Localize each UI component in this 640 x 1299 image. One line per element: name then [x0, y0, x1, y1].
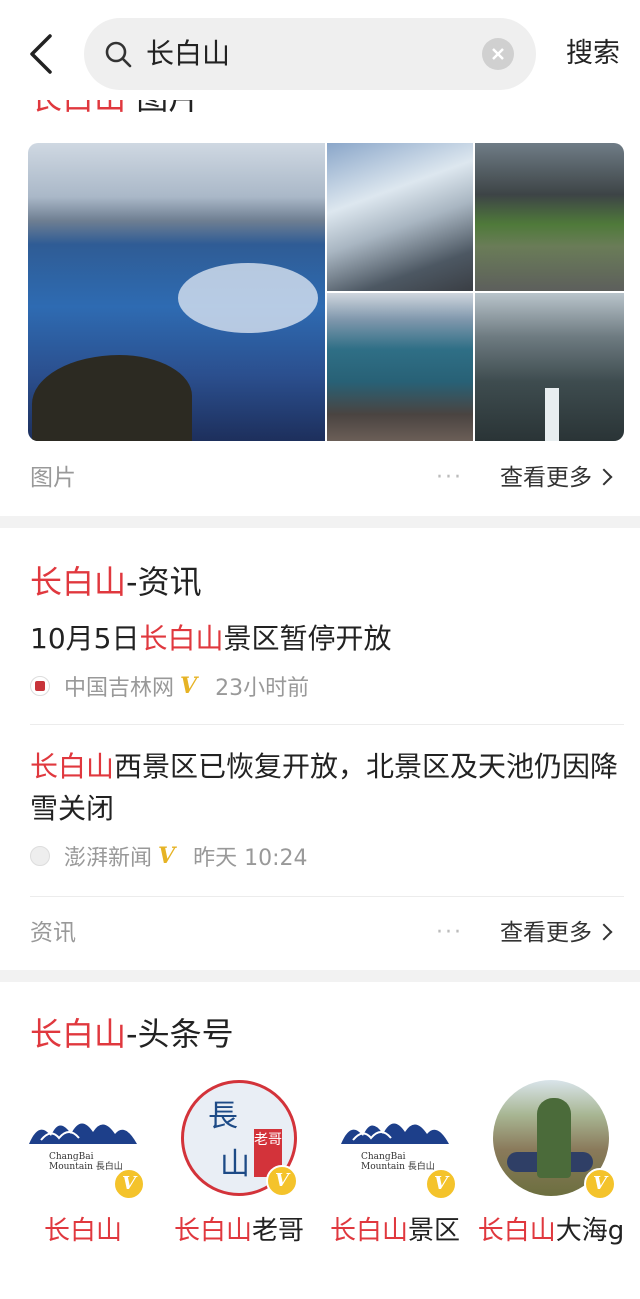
news-results-card: 长白山-资讯 10月5日长白山景区暂停开放 中国吉林网 V 23小时前 长白山西… [0, 528, 640, 970]
clear-search-button[interactable] [482, 38, 514, 70]
toutiao-title-suffix: -头条号 [126, 1015, 234, 1053]
account-name-suffix: 老哥 [252, 1216, 305, 1246]
mountain-wave-logo-icon [29, 1123, 137, 1144]
news-item-title: 长白山西景区已恢复开放，北景区及天池仍因降雪关闭 [30, 746, 624, 830]
logo-caption-line-1: ChangBai [49, 1152, 94, 1162]
verified-icon: V [158, 843, 176, 869]
account-name-suffix: 大海g [555, 1216, 625, 1246]
avatar: ChangBai Mountain 長白山 V [337, 1080, 457, 1200]
logo-caption: ChangBai Mountain 長白山 [361, 1152, 435, 1172]
toutiao-title-keyword: 长白山 [30, 1015, 127, 1053]
news-title-suffix: 景区暂停开放 [223, 622, 392, 655]
view-more-label: 查看更多 [500, 920, 592, 946]
news-title-suffix: 西景区已恢复开放，北景区及天池仍因降雪关闭 [30, 750, 619, 825]
news-time: 昨天 10:24 [193, 846, 308, 871]
image-grid [28, 143, 624, 441]
mountain-wave-logo-icon [341, 1123, 449, 1144]
account-name-keyword: 长白山 [173, 1216, 252, 1246]
news-time: 23小时前 [215, 676, 310, 701]
account-name-keyword: 长白山 [43, 1216, 122, 1246]
image-section-footer: 图片 ··· 查看更多 [30, 458, 624, 498]
search-query: 长白山 [146, 37, 231, 70]
account-name: 长白山老哥 [164, 1210, 314, 1252]
news-item-meta: 澎湃新闻 V 昨天 10:24 [30, 840, 624, 872]
logo-caption-line-1: ChangBai [361, 1152, 406, 1162]
toutiao-section-title[interactable]: 长白山-头条号 [30, 1010, 234, 1058]
verified-badge-icon: V [266, 1165, 298, 1197]
image-thumb-crater-lake[interactable] [327, 293, 473, 441]
verified-icon: V [180, 673, 198, 699]
divider [30, 896, 624, 897]
avatar: 長 山 老哥 V [181, 1080, 298, 1197]
news-title-suffix: -资讯 [126, 563, 202, 601]
back-button[interactable] [22, 30, 62, 78]
image-thumb-waterfall[interactable] [475, 293, 624, 441]
news-title-prefix: 10月5日 [30, 622, 140, 655]
search-button[interactable]: 搜索 [566, 34, 620, 74]
logo-char: 山 [220, 1147, 250, 1182]
account-item[interactable]: ChangBai Mountain 長白山 V 长白山景区 [320, 1080, 470, 1252]
image-footer-label: 图片 [30, 465, 76, 491]
news-title-keyword: 长白山 [30, 563, 127, 601]
account-name: 长白山 [8, 1210, 158, 1252]
account-item[interactable]: ChangBai Mountain 長白山 V 长白山 [8, 1080, 158, 1252]
close-icon [492, 48, 504, 60]
image-thumb-waterfall-valley[interactable] [475, 143, 624, 291]
search-header: 长白山 搜索 [0, 0, 640, 100]
news-item-title: 10月5日长白山景区暂停开放 [30, 618, 624, 660]
toutiao-accounts-card: 长白山-头条号 ChangBai Mountain 長白山 V 长白山 長 山 老… [0, 982, 640, 1299]
logo-caption-line-2: Mountain 長白山 [49, 1162, 123, 1172]
logo-char: 長 [208, 1099, 238, 1134]
news-footer-label: 资讯 [30, 920, 76, 946]
person-shape [537, 1098, 571, 1178]
news-source: 中国吉林网 [64, 676, 175, 701]
account-list: ChangBai Mountain 長白山 V 长白山 長 山 老哥 V 长白山老… [0, 1080, 640, 1290]
search-input[interactable]: 长白山 [84, 18, 536, 90]
news-source: 澎湃新闻 [64, 846, 153, 871]
source-logo-icon [30, 846, 50, 866]
view-more-label: 查看更多 [500, 465, 592, 491]
chevron-left-icon [30, 34, 52, 74]
search-icon [105, 41, 132, 68]
images-view-more-link[interactable]: 查看更多 [500, 458, 613, 498]
divider [30, 724, 624, 725]
news-item[interactable]: 10月5日长白山景区暂停开放 中国吉林网 V 23小时前 [30, 618, 624, 702]
source-logo-icon [30, 676, 50, 696]
logo-caption: ChangBai Mountain 長白山 [49, 1152, 123, 1172]
verified-badge-icon: V [584, 1168, 616, 1200]
news-title-keyword: 长白山 [139, 622, 224, 655]
chevron-right-icon [595, 923, 613, 941]
account-item[interactable]: 長 山 老哥 V 长白山老哥 [164, 1080, 314, 1252]
verified-badge-icon: V [113, 1168, 145, 1200]
avatar: ChangBai Mountain 長白山 V [25, 1080, 145, 1200]
account-name-keyword: 长白山 [477, 1216, 556, 1246]
news-section-title[interactable]: 长白山-资讯 [30, 558, 202, 606]
verified-badge-icon: V [425, 1168, 457, 1200]
image-thumb-lake[interactable] [28, 143, 325, 441]
more-options-icon[interactable]: ··· [436, 458, 463, 498]
logo-caption-line-2: Mountain 長白山 [361, 1162, 435, 1172]
image-thumb-snow-peaks[interactable] [327, 143, 473, 291]
account-name: 长白山大海g [476, 1210, 626, 1252]
account-name-suffix: 景区 [408, 1216, 461, 1246]
more-options-icon[interactable]: ··· [436, 913, 463, 953]
account-item[interactable]: V 长白山大海g [476, 1080, 626, 1252]
news-section-footer: 资讯 ··· 查看更多 [30, 913, 624, 953]
account-name-keyword: 长白山 [329, 1216, 408, 1246]
news-item-meta: 中国吉林网 V 23小时前 [30, 670, 624, 702]
news-title-keyword: 长白山 [30, 750, 115, 783]
chevron-right-icon [595, 468, 613, 486]
news-view-more-link[interactable]: 查看更多 [500, 913, 613, 953]
account-name: 长白山景区 [320, 1210, 470, 1252]
news-item[interactable]: 长白山西景区已恢复开放，北景区及天池仍因降雪关闭 澎湃新闻 V 昨天 10:24 [30, 746, 624, 872]
